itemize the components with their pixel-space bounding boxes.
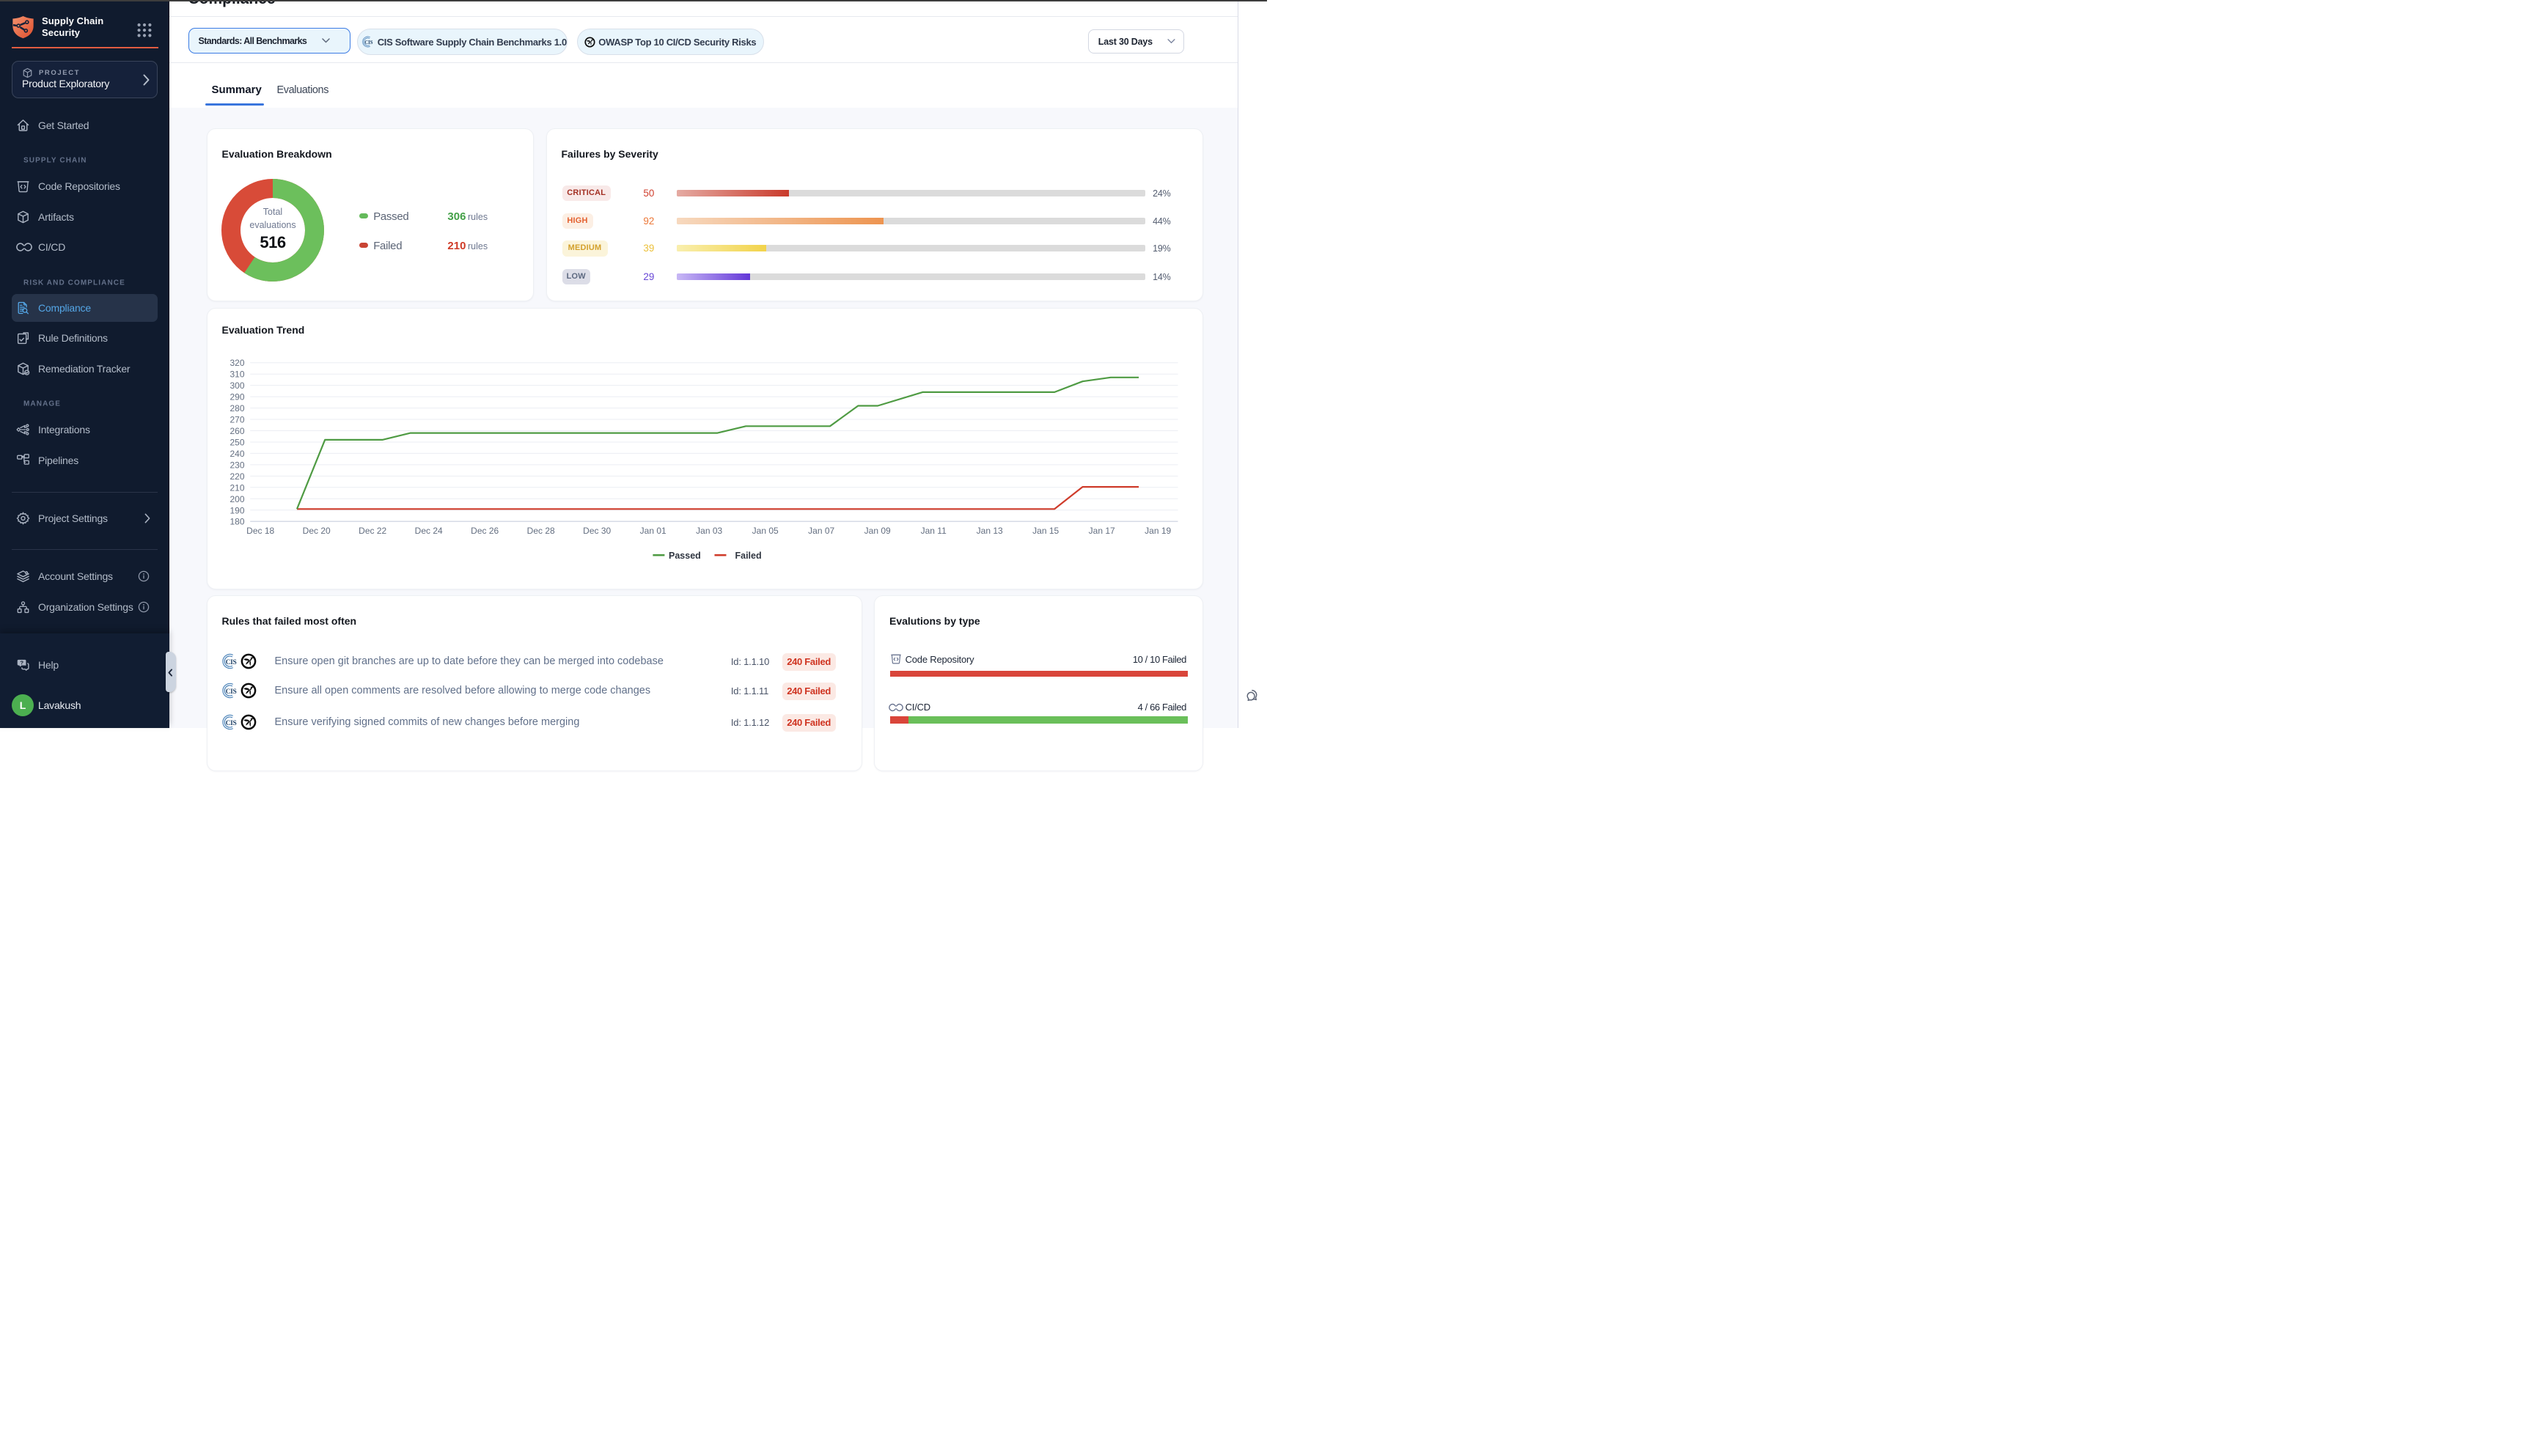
svg-text:CIS: CIS	[364, 40, 372, 45]
svg-text:290: 290	[229, 391, 244, 402]
svg-text:?: ?	[20, 660, 23, 666]
svg-text:320: 320	[229, 358, 244, 368]
svg-text:Jan 09: Jan 09	[864, 526, 890, 536]
svg-text:270: 270	[229, 414, 244, 424]
svg-text:300: 300	[229, 380, 244, 391]
svg-text:210: 210	[229, 482, 244, 493]
svg-text:CIS: CIS	[225, 688, 236, 696]
svg-text:260: 260	[229, 426, 244, 436]
svg-text:200: 200	[229, 493, 244, 504]
svg-text:Dec 28: Dec 28	[526, 526, 554, 536]
svg-text:CIS: CIS	[225, 658, 236, 666]
svg-text:240: 240	[229, 448, 244, 458]
svg-text:Jan 17: Jan 17	[1088, 526, 1114, 536]
svg-text:220: 220	[229, 471, 244, 481]
svg-text:Dec 30: Dec 30	[583, 526, 611, 536]
svg-text:310: 310	[229, 369, 244, 379]
svg-text:Failed: Failed	[735, 551, 761, 561]
svg-text:190: 190	[229, 505, 244, 515]
svg-text:Jan 19: Jan 19	[1145, 526, 1171, 536]
svg-text:Passed: Passed	[669, 551, 701, 561]
svg-text:Dec 26: Dec 26	[471, 526, 499, 536]
svg-text:Jan 05: Jan 05	[752, 526, 778, 536]
svg-text:Dec 24: Dec 24	[414, 526, 442, 536]
svg-text:Jan 03: Jan 03	[696, 526, 722, 536]
svg-text:Dec 20: Dec 20	[302, 526, 330, 536]
svg-text:CIS: CIS	[225, 719, 236, 727]
svg-text:280: 280	[229, 403, 244, 413]
svg-text:Jan 13: Jan 13	[976, 526, 1002, 536]
svg-text:230: 230	[229, 460, 244, 470]
svg-text:Dec 18: Dec 18	[246, 526, 274, 536]
svg-text:Dec 22: Dec 22	[359, 526, 386, 536]
svg-text:Jan 07: Jan 07	[808, 526, 834, 536]
svg-text:Jan 11: Jan 11	[920, 526, 946, 536]
svg-text:Jan 01: Jan 01	[639, 526, 666, 536]
svg-text:180: 180	[229, 516, 244, 526]
svg-text:Jan 15: Jan 15	[1032, 526, 1059, 536]
svg-text:250: 250	[229, 437, 244, 447]
